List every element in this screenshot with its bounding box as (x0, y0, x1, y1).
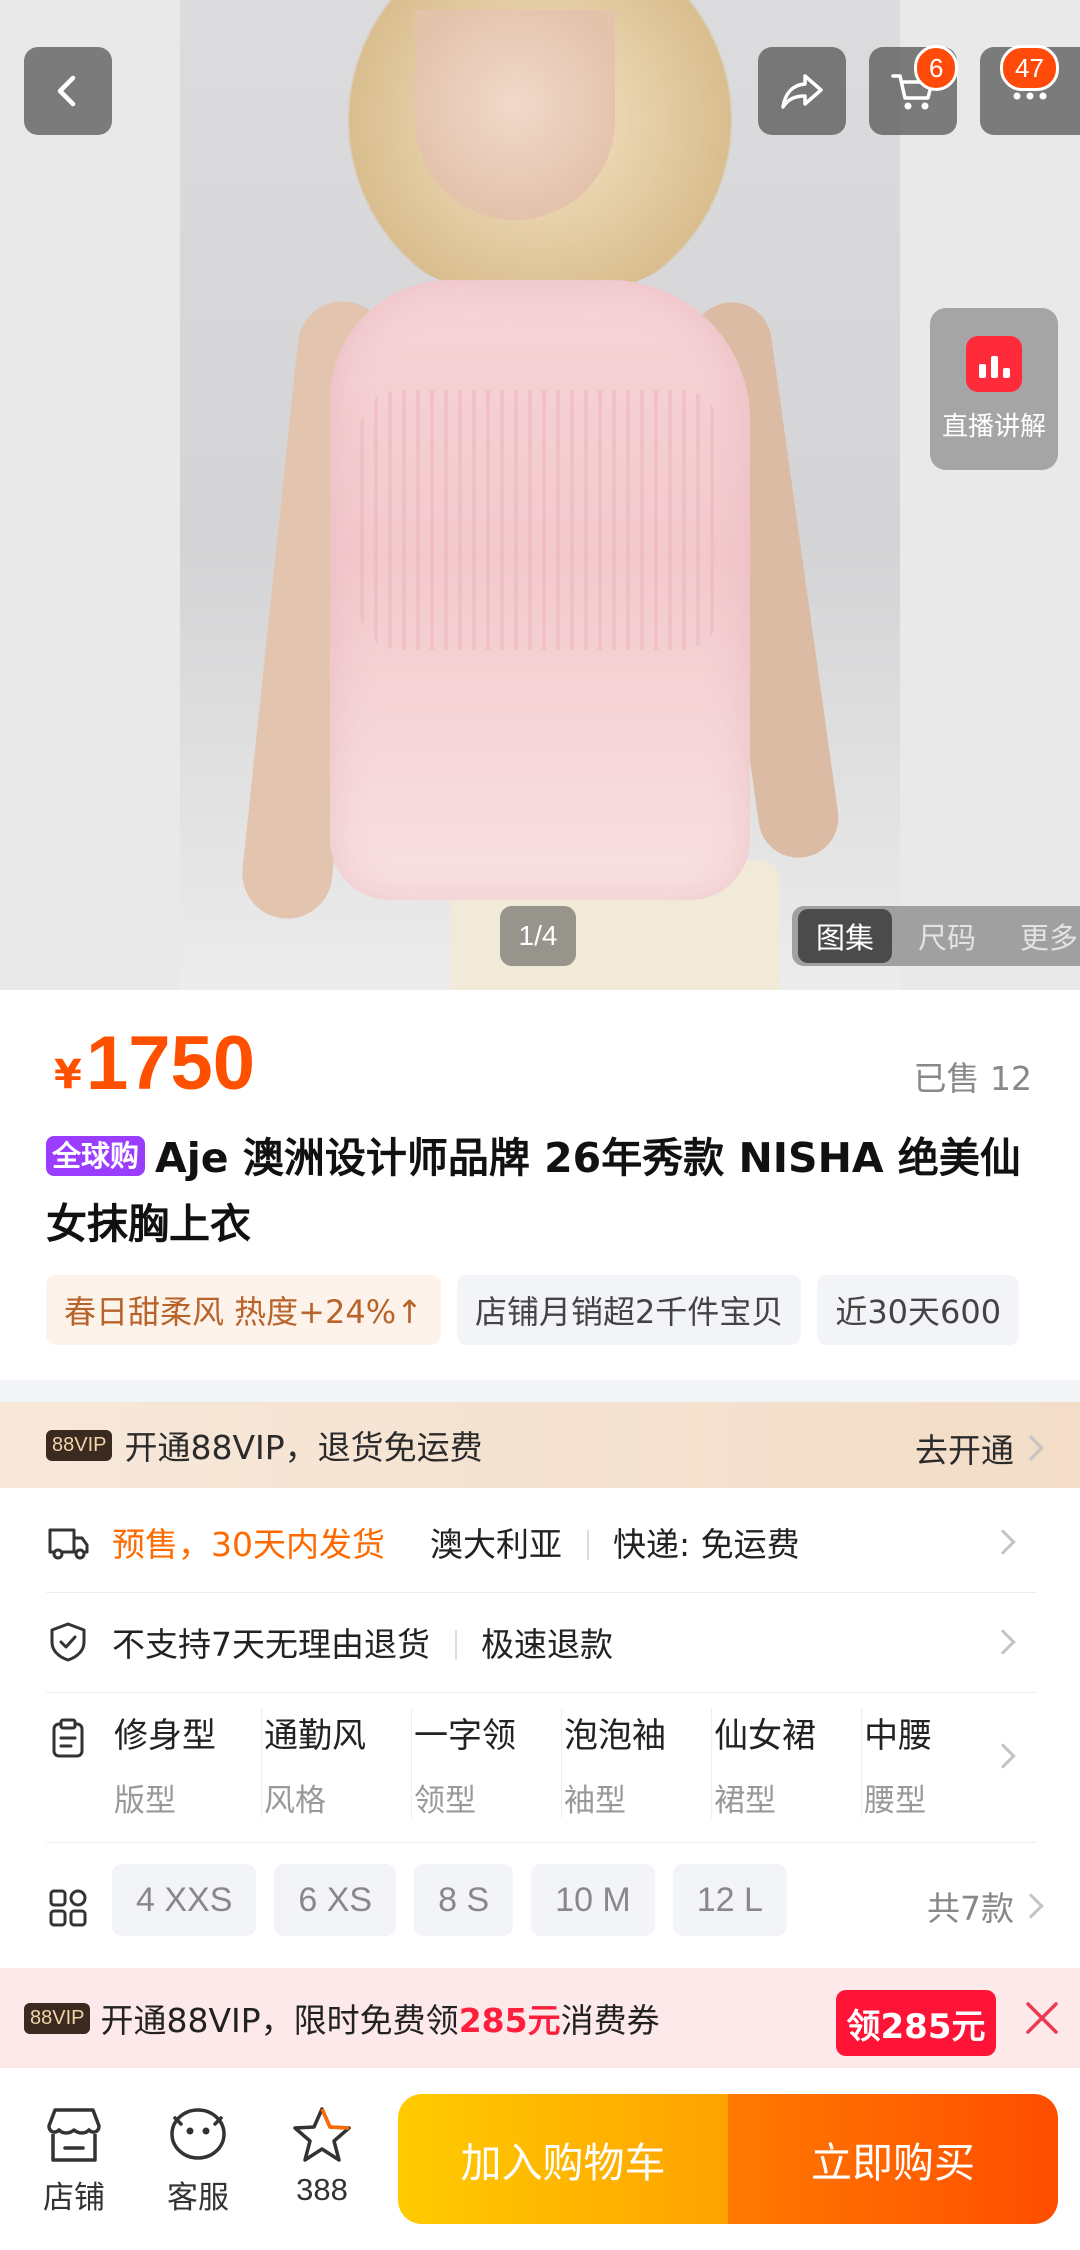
return-policy: 不支持7天无理由退货 (112, 1625, 430, 1664)
spec-list: 修身型 版型 通勤风 风格 一字领 领型 泡泡袖 袖型 仙女裙 裙型 中腰 腰型 (112, 1708, 1012, 1819)
chevron-right-icon (1018, 1435, 1044, 1461)
product-title-text: Aje 澳洲设计师品牌 26年秀款 NISHA 绝美仙女抹胸上衣 (46, 1134, 1021, 1248)
star-icon (293, 2107, 351, 2162)
share-icon (781, 74, 823, 109)
trend-chip[interactable]: 春日甜柔风 热度+24%↑ (46, 1275, 441, 1345)
chevron-right-icon (990, 1629, 1016, 1655)
favorite-count: 388 (296, 2172, 348, 2207)
size-option[interactable]: 10 M (531, 1864, 655, 1936)
vip-logo: 88VIP (24, 2002, 91, 2034)
size-option[interactable]: 6 XS (274, 1864, 397, 1936)
vip-banner[interactable]: 88VIP 开通88VIP，退货免运费 去开通 (0, 1402, 1080, 1488)
live-label: 直播讲解 (941, 411, 1046, 442)
product-photo[interactable] (180, 0, 900, 990)
cart-count-badge: 6 (914, 45, 959, 91)
coupon-amount: 285元 (458, 2001, 561, 2040)
bottom-action-bar: 店铺 客服 388 加入购物车 立即购买 (0, 2068, 1080, 2250)
product-title: 全球购 Aje 澳洲设计师品牌 26年秀款 NISHA 绝美仙女抹胸上衣 (46, 1125, 1036, 1257)
truck-icon (48, 1528, 89, 1560)
share-button[interactable] (758, 47, 846, 135)
ship-origin: 澳大利亚 (430, 1525, 562, 1564)
size-option[interactable]: 4 XXS (112, 1864, 257, 1936)
row-divider (46, 1592, 1036, 1593)
tab-more[interactable]: 更多 (1002, 909, 1080, 963)
spec-item: 中腰 腰型 (864, 1716, 933, 1819)
store-button[interactable]: 店铺 (24, 2104, 124, 2217)
customer-service-button[interactable]: 客服 (148, 2104, 248, 2217)
coupon-bar[interactable]: 88VIP 开通88VIP，限时免费领285元消费券 领285元 (0, 1968, 1080, 2068)
section-divider (0, 1380, 1080, 1402)
buy-now-button[interactable]: 立即购买 (728, 2094, 1058, 2224)
spec-item: 泡泡袖 袖型 (562, 1708, 713, 1819)
claim-coupon-button[interactable]: 领285元 (836, 1990, 996, 2056)
spec-item: 一字领 领型 (412, 1708, 563, 1819)
tab-size[interactable]: 尺码 (900, 909, 994, 963)
service-label: 客服 (167, 2180, 229, 2215)
favorite-button[interactable]: 388 (272, 2104, 372, 2208)
message-count-badge: 47 (1000, 45, 1059, 91)
photo-face (415, 10, 615, 220)
vip-banner-text: 开通88VIP，退货免运费 (124, 1428, 483, 1467)
price-row: ¥ 1750 已售 12 (46, 1020, 1036, 1110)
live-icon (966, 335, 1022, 392)
shipping-row[interactable]: 预售，30天内发货 澳大利亚 快递: 免运费 (46, 1512, 1036, 1572)
chat-icon (170, 2108, 226, 2160)
returns-row[interactable]: 不支持7天无理由退货 极速退款 (46, 1612, 1036, 1672)
photo-pink-top (330, 280, 750, 900)
shield-check-icon (50, 1622, 86, 1662)
back-button[interactable] (24, 47, 112, 135)
row-divider (46, 1692, 1036, 1693)
divider (586, 1530, 589, 1560)
size-options: 4 XXS 6 XS 8 S 10 M 12 L (112, 1864, 787, 1936)
currency-symbol: ¥ (54, 1052, 82, 1098)
store-label: 店铺 (43, 2180, 105, 2215)
vip-logo: 88VIP (46, 1429, 113, 1461)
add-to-cart-button[interactable]: 加入购物车 (398, 2094, 728, 2224)
grid-icon (49, 1889, 87, 1927)
vip-open-label: 去开通 (915, 1431, 1014, 1470)
coupon-text: 开通88VIP，限时免费领285元消费券 (100, 2001, 660, 2040)
size-option[interactable]: 8 S (414, 1864, 514, 1936)
sizes-total-label: 共7款 (927, 1889, 1014, 1928)
sizes-total-link[interactable]: 共7款 (927, 1882, 1044, 1930)
spec-item: 通勤风 风格 (262, 1708, 413, 1819)
clipboard-icon (52, 1718, 84, 1758)
sold-count: 已售 12 (913, 1059, 1032, 1098)
gallery-tab-bar: 图集 尺码 更多 (792, 906, 1080, 966)
back-icon (57, 75, 76, 107)
store-icon (47, 2108, 101, 2162)
product-gallery[interactable]: 6 47 直播讲解 1/4 图集 尺码 更多 (0, 0, 1080, 990)
chevron-right-icon (1018, 1893, 1044, 1919)
size-option[interactable]: 12 L (672, 1864, 787, 1936)
store-sales-chip[interactable]: 店铺月销超2千件宝贝 (456, 1275, 802, 1345)
delivery-fee: 快递: 免运费 (613, 1525, 800, 1564)
close-icon[interactable] (1022, 1998, 1062, 2038)
spec-item: 修身型 版型 (112, 1708, 263, 1819)
recent-sales-chip[interactable]: 近30天600 (817, 1275, 1020, 1345)
tab-gallery[interactable]: 图集 (798, 909, 893, 963)
fast-refund: 极速退款 (481, 1625, 613, 1664)
row-divider (46, 1842, 1036, 1843)
image-page-counter: 1/4 (500, 906, 576, 966)
global-purchase-tag: 全球购 (46, 1136, 146, 1176)
spec-item: 仙女裙 裙型 (712, 1708, 863, 1819)
price-value: 1750 (86, 1021, 256, 1106)
vip-open-link[interactable]: 去开通 (915, 1424, 1044, 1472)
divider (454, 1630, 457, 1660)
chevron-right-icon (990, 1529, 1016, 1555)
presale-text: 预售，30天内发货 (112, 1525, 385, 1564)
highlight-chips: 春日甜柔风 热度+24%↑ 店铺月销超2千件宝贝 近30天600 (46, 1275, 1080, 1345)
live-explain-button[interactable]: 直播讲解 (930, 308, 1058, 470)
